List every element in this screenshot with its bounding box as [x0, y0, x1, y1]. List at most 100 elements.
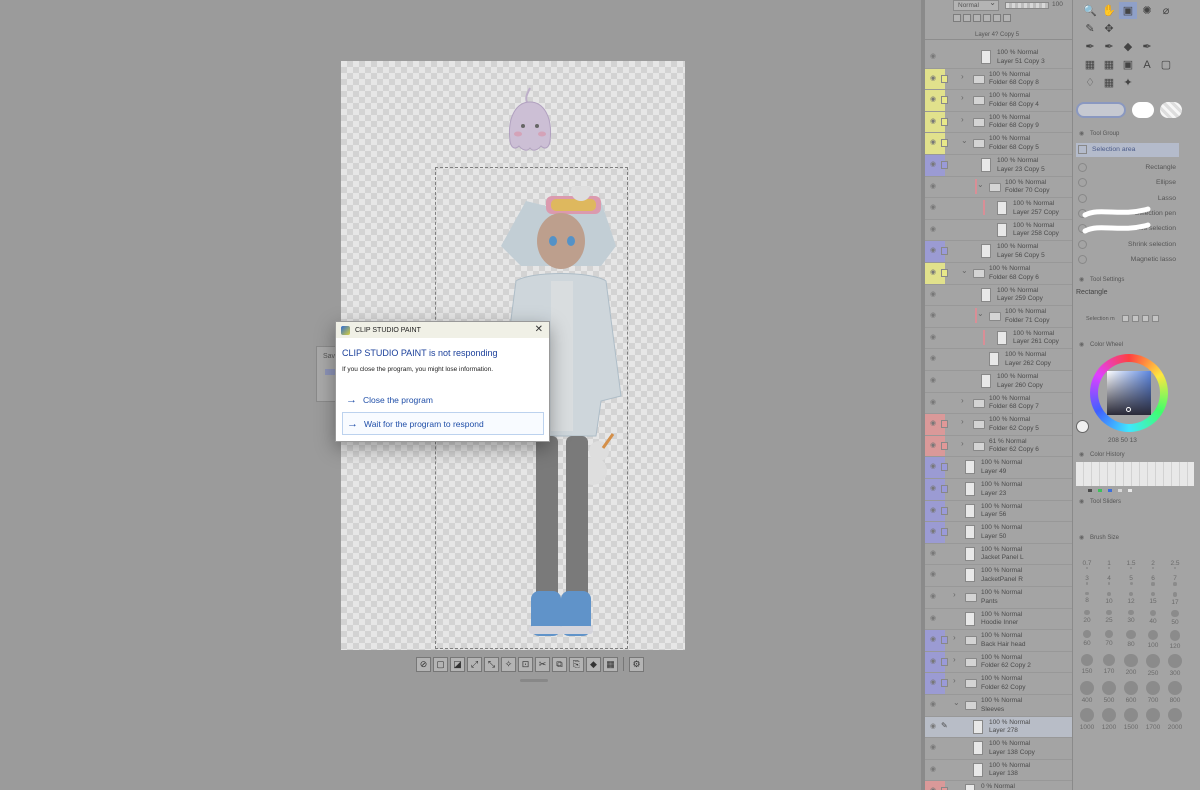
- canvas-resize-handle[interactable]: [520, 679, 548, 682]
- layer-row[interactable]: ◉ 100 % Normal Layer 51 Copy 3: [925, 47, 1072, 69]
- chevron-down-icon[interactable]: ⌄: [961, 136, 968, 145]
- layer-row[interactable]: ◉ 100 % Normal Layer 262 Copy: [925, 349, 1072, 371]
- visibility-eye-icon[interactable]: ◉: [928, 462, 938, 470]
- layer-folder-row[interactable]: ◉ ⌄ 100 % Normal Folder 70 Copy: [925, 177, 1072, 199]
- brush-size-preset[interactable]: 10: [1098, 591, 1120, 606]
- layer-row[interactable]: ◉ 0 % Normal: [925, 781, 1072, 790]
- close-program-button[interactable]: → Close the program: [342, 388, 544, 411]
- visibility-eye-icon[interactable]: ◉: [928, 160, 938, 168]
- settings-icon[interactable]: ⚙: [629, 656, 644, 672]
- chevron-right-icon[interactable]: ›: [961, 93, 964, 102]
- visibility-eye-icon[interactable]: ◉: [928, 678, 938, 686]
- tool-icon[interactable]: ✒: [1081, 38, 1099, 55]
- layer-row[interactable]: ◉ 100 % Normal Layer 23 Copy 5: [925, 155, 1072, 177]
- layer-row[interactable]: ◉ 100 % Normal Layer 138 Copy: [925, 738, 1072, 760]
- visibility-eye-icon[interactable]: ◉: [928, 354, 938, 362]
- visibility-eye-icon[interactable]: ◉: [928, 225, 938, 233]
- layer-row[interactable]: ◉ 100 % Normal Layer 259 Copy: [925, 285, 1072, 307]
- tool-icon[interactable]: ⌀: [1157, 2, 1175, 19]
- draft-icon[interactable]: [983, 14, 991, 22]
- chevron-down-icon[interactable]: ⌄: [961, 266, 968, 275]
- select-color-icon[interactable]: ✧: [501, 656, 516, 672]
- current-color-swatch[interactable]: [1076, 420, 1089, 433]
- brush-size-preset[interactable]: 8: [1076, 591, 1098, 606]
- tool-icon[interactable]: ✒: [1138, 38, 1156, 55]
- tool-icon[interactable]: ▦: [1100, 56, 1118, 73]
- wait-for-program-button[interactable]: → Wait for the program to respond: [342, 412, 544, 435]
- layer-folder-row[interactable]: ◉ ⌄ 100 % Normal Folder 68 Copy 6: [925, 263, 1072, 285]
- layer-row[interactable]: ◉ 100 % Normal Layer 138: [925, 760, 1072, 782]
- layer-row[interactable]: ◉ 100 % Normal Hoodie Inner: [925, 609, 1072, 631]
- visibility-eye-icon[interactable]: ◉: [928, 722, 938, 730]
- tool-icon[interactable]: [1157, 38, 1175, 55]
- visibility-eye-icon[interactable]: ◉: [928, 290, 938, 298]
- brush-size-preset[interactable]: 30: [1120, 609, 1142, 626]
- layer-folder-row[interactable]: ◉ › 100 % Normal Back Hair head: [925, 630, 1072, 652]
- layer-folder-row[interactable]: ◉ › 100 % Normal Folder 68 Copy 8: [925, 68, 1072, 91]
- brush-size-preset[interactable]: 25: [1098, 609, 1120, 626]
- layer-row[interactable]: ◉ 100 % Normal Layer 56: [925, 500, 1072, 523]
- visibility-eye-icon[interactable]: ◉: [928, 441, 938, 449]
- sub-tool-item[interactable]: Rectangle: [1076, 161, 1179, 175]
- tool-icon[interactable]: ▣: [1119, 56, 1137, 73]
- visibility-eye-icon[interactable]: ◉: [928, 527, 938, 535]
- color-picker-cursor[interactable]: [1126, 407, 1131, 412]
- sub-tool-group-selection-area[interactable]: Selection area: [1076, 143, 1179, 157]
- layer-folder-row[interactable]: ◉ ⌄ 100 % Normal Folder 68 Copy 5: [925, 133, 1072, 155]
- brush-size-preset[interactable]: 4: [1098, 575, 1120, 587]
- brush-size-preset[interactable]: 1200: [1098, 707, 1120, 731]
- chevron-right-icon[interactable]: ›: [953, 633, 956, 642]
- expand-selection-icon[interactable]: ⤢: [467, 656, 482, 672]
- paste-icon[interactable]: ⎘: [569, 656, 584, 672]
- brush-size-preset[interactable]: 7: [1164, 575, 1186, 587]
- tool-icon[interactable]: [1157, 74, 1175, 91]
- brush-size-preset[interactable]: 400: [1076, 680, 1098, 704]
- brush-size-preset[interactable]: 600: [1120, 680, 1142, 704]
- brush-size-preset[interactable]: 6: [1142, 575, 1164, 587]
- chevron-right-icon[interactable]: ›: [961, 72, 964, 81]
- layer-folder-row[interactable]: ◉ › 100 % Normal Folder 68 Copy 4: [925, 90, 1072, 112]
- brush-size-preset[interactable]: 5: [1120, 575, 1142, 587]
- brush-size-preset[interactable]: 50: [1164, 609, 1186, 626]
- visibility-eye-icon[interactable]: ◉: [928, 614, 938, 622]
- dotted-selection-icon[interactable]: ▦: [603, 656, 618, 672]
- tool-icon[interactable]: [1138, 20, 1156, 37]
- visibility-eye-icon[interactable]: ◉: [928, 786, 938, 790]
- add-selection-icon[interactable]: [1132, 315, 1139, 322]
- brush-size-preset[interactable]: 12: [1120, 591, 1142, 606]
- tool-icon[interactable]: 🔍: [1081, 2, 1099, 19]
- chevron-right-icon[interactable]: ›: [961, 417, 964, 426]
- brush-size-preset[interactable]: 2000: [1164, 707, 1186, 731]
- tool-icon[interactable]: ✒: [1100, 38, 1118, 55]
- visibility-eye-icon[interactable]: ◉: [928, 117, 938, 125]
- brush-size-preset[interactable]: 1700: [1142, 707, 1164, 731]
- tool-icon[interactable]: ▦: [1100, 74, 1118, 91]
- sub-tool-item[interactable]: Magnetic lasso: [1076, 253, 1179, 267]
- ref-icon[interactable]: [973, 14, 981, 22]
- brush-size-preset[interactable]: 1500: [1120, 707, 1142, 731]
- brush-size-preset[interactable]: 250: [1142, 653, 1164, 677]
- layer-folder-row[interactable]: ◉ › 100 % Normal Folder 68 Copy 9: [925, 111, 1072, 134]
- transform-icon[interactable]: ⊡: [518, 656, 533, 672]
- layer-row[interactable]: ◉ 100 % Normal Layer 257 Copy: [925, 198, 1072, 220]
- visibility-eye-icon[interactable]: ◉: [928, 419, 938, 427]
- tool-icon[interactable]: ▢: [1157, 56, 1175, 73]
- layer-row[interactable]: ◉ 100 % Normal Layer 261 Copy: [925, 328, 1072, 350]
- shrink-selection-icon[interactable]: ⤡: [484, 656, 499, 672]
- brush-size-preset[interactable]: 150: [1076, 653, 1098, 677]
- tool-icon[interactable]: ✥: [1100, 20, 1118, 37]
- layer-row[interactable]: ◉ 100 % Normal Layer 258 Copy: [925, 220, 1072, 242]
- tool-icon[interactable]: [1138, 74, 1156, 91]
- transparent-color-swatch[interactable]: [1160, 102, 1182, 118]
- brush-size-preset[interactable]: 300: [1164, 653, 1186, 677]
- visibility-eye-icon[interactable]: ◉: [928, 311, 938, 319]
- sub-color-swatch[interactable]: [1132, 102, 1154, 118]
- layer-row[interactable]: ◉ 100 % Normal JacketPanel R: [925, 565, 1072, 587]
- visibility-eye-icon[interactable]: ◉: [928, 549, 938, 557]
- visibility-eye-icon[interactable]: ◉: [928, 138, 938, 146]
- visibility-eye-icon[interactable]: ◉: [928, 506, 938, 514]
- brush-size-preset[interactable]: 120: [1164, 629, 1186, 650]
- brush-size-preset[interactable]: 60: [1076, 629, 1098, 650]
- brush-size-preset[interactable]: 1: [1098, 560, 1120, 571]
- brush-size-preset[interactable]: 20: [1076, 609, 1098, 626]
